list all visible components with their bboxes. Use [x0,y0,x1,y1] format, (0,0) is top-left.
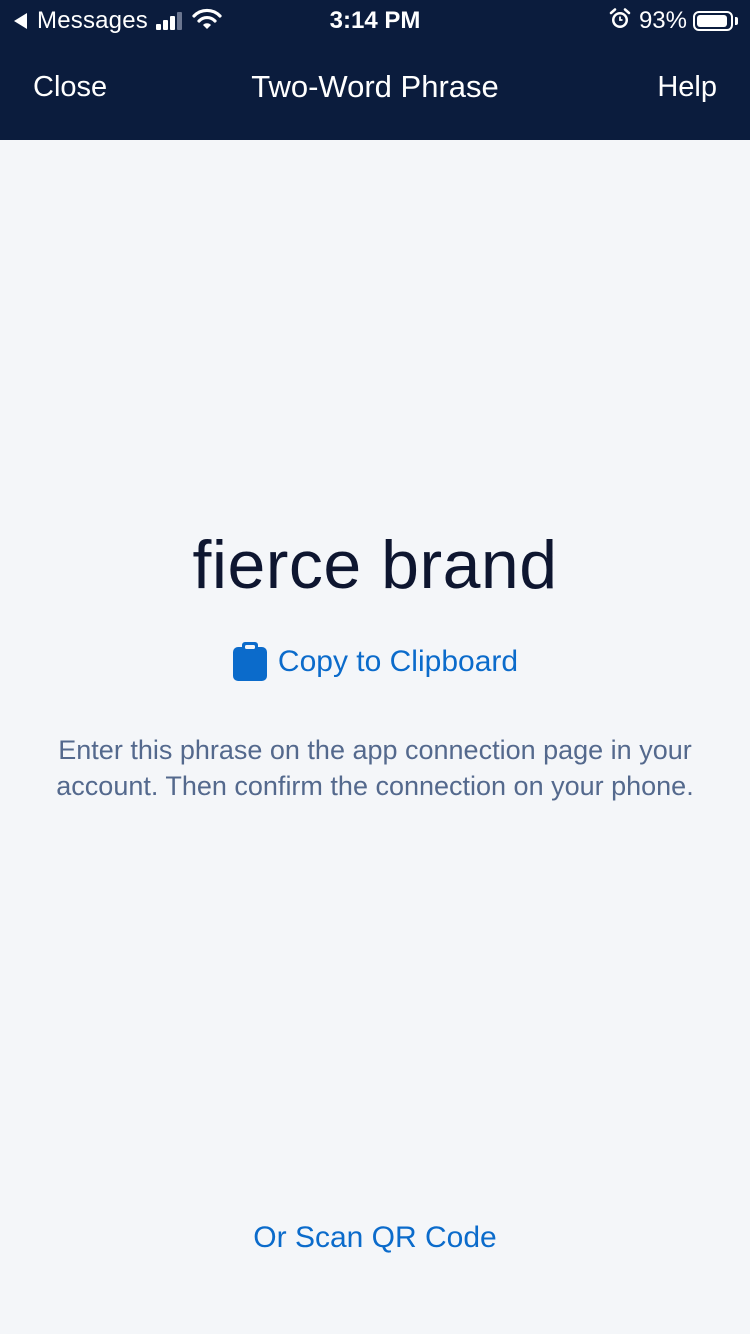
battery-icon [693,11,733,31]
status-right: 93% [609,6,738,36]
scan-qr-code-button[interactable]: Or Scan QR Code [0,1216,750,1260]
copy-to-clipboard-label: Copy to Clipboard [277,645,519,678]
instructions-text: Enter this phrase on the app connection … [56,735,694,801]
battery-percent: 93% [638,7,687,34]
copy-to-clipboard-button[interactable]: Copy to Clipboard [0,640,750,684]
two-word-phrase: fierce brand [192,527,558,603]
battery-fill [697,15,727,27]
top-bar: Messages 3:14 PM 93% Close Two-Word Phra… [0,0,750,140]
clipboard-icon [232,642,268,682]
status-bar: Messages 3:14 PM 93% [0,0,750,40]
help-button[interactable]: Help [657,66,717,108]
page-title: Two-Word Phrase [251,69,499,104]
battery-cap [735,17,738,25]
alarm-icon [609,7,631,35]
